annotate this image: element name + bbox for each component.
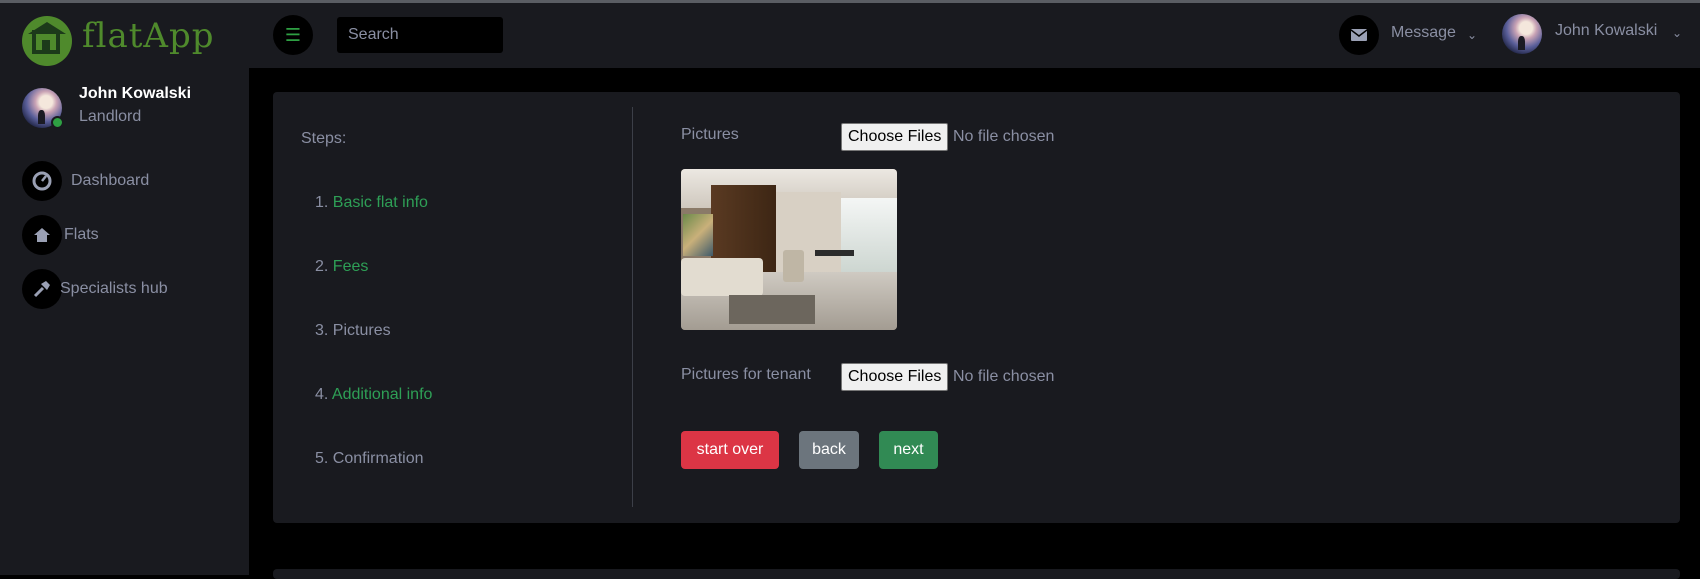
pictures-label: Pictures xyxy=(681,126,739,143)
start-over-button[interactable]: start over xyxy=(681,431,779,469)
step-confirmation: 5. Confirmation xyxy=(315,450,424,468)
home-icon xyxy=(22,215,62,255)
step-label: Basic flat info xyxy=(332,194,428,211)
tenant-pictures-choose-files-button[interactable]: Choose Files xyxy=(841,363,949,391)
hammer-icon xyxy=(22,269,62,309)
step-number: 1. xyxy=(315,194,329,211)
step-additional-info[interactable]: 4. Additional info xyxy=(315,386,432,404)
step-label: Additional info xyxy=(331,386,433,403)
step-label: Confirmation xyxy=(332,450,424,467)
flatapp-logo-icon[interactable] xyxy=(22,16,72,66)
chevron-down-icon[interactable]: ⌄ xyxy=(1467,28,1477,42)
step-label: Pictures xyxy=(332,322,391,339)
sidebar-user-role: Landlord xyxy=(79,108,142,125)
pictures-for-tenant-label: Pictures for tenant xyxy=(681,366,811,383)
secondary-card xyxy=(273,569,1680,579)
dashboard-icon xyxy=(22,161,62,201)
search-input[interactable] xyxy=(337,17,503,53)
online-status-dot xyxy=(51,116,64,129)
step-fees[interactable]: 2. Fees xyxy=(315,258,368,276)
steps-divider xyxy=(632,107,633,507)
add-flat-card xyxy=(273,92,1680,523)
back-button[interactable]: back xyxy=(799,431,859,469)
step-number: 5. xyxy=(315,450,329,467)
sidebar-item-specialists-hub[interactable]: Specialists hub xyxy=(22,269,168,309)
step-number: 2. xyxy=(315,258,329,275)
message-dropdown-label[interactable]: Message xyxy=(1391,24,1456,42)
tenant-pictures-no-file-text: No file chosen xyxy=(953,368,1055,385)
next-button[interactable]: next xyxy=(879,431,938,469)
step-number: 4. xyxy=(315,386,329,403)
sidebar-user-name: John Kowalski xyxy=(79,85,192,102)
step-basic-flat-info[interactable]: 1. Basic flat info xyxy=(315,194,428,212)
app-logo-text[interactable]: flatApp xyxy=(82,16,214,56)
flat-picture-thumbnail[interactable] xyxy=(681,169,897,330)
envelope-icon xyxy=(1351,29,1367,41)
hamburger-icon: ☰ xyxy=(284,24,302,46)
chevron-down-icon[interactable]: ⌄ xyxy=(1672,26,1682,40)
menu-toggle-button[interactable]: ☰ xyxy=(273,15,313,55)
sidebar-item-label: Specialists hub xyxy=(60,280,168,297)
user-menu-name[interactable]: John Kowalski xyxy=(1555,22,1657,40)
top-user-avatar[interactable] xyxy=(1502,14,1542,54)
sidebar-item-dashboard[interactable]: Dashboard xyxy=(22,161,149,201)
pictures-no-file-text: No file chosen xyxy=(953,128,1055,145)
sidebar-item-label: Flats xyxy=(64,226,99,243)
step-number: 3. xyxy=(315,322,329,339)
sidebar-item-flats[interactable]: Flats xyxy=(22,215,99,255)
step-pictures: 3. Pictures xyxy=(315,322,391,340)
pictures-choose-files-button[interactable]: Choose Files xyxy=(841,123,949,151)
message-button[interactable] xyxy=(1339,15,1379,55)
steps-title: Steps: xyxy=(301,130,347,147)
step-label: Fees xyxy=(332,258,369,275)
sidebar-item-label: Dashboard xyxy=(71,172,150,189)
